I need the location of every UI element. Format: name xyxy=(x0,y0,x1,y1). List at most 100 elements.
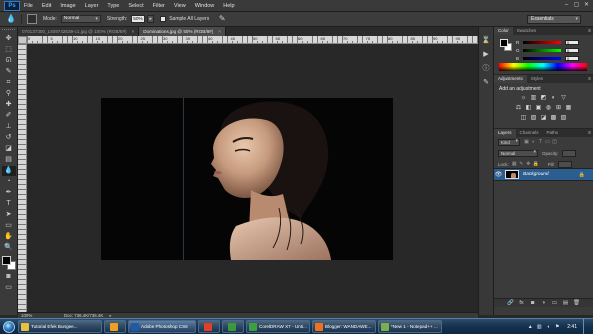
show-desktop-button[interactable] xyxy=(583,319,589,334)
blue-slider[interactable]: B 0 xyxy=(516,55,592,62)
document-image[interactable] xyxy=(101,98,393,260)
filter-shape-icon[interactable]: ▭ xyxy=(545,139,550,146)
adjustment-icon[interactable]: ⊞ xyxy=(555,104,563,112)
menu-select[interactable]: Select xyxy=(128,3,143,9)
volume-icon[interactable]: ◖ xyxy=(545,324,551,330)
adjustment-layer-icon[interactable]: ◑ xyxy=(540,300,547,307)
foreground-color[interactable] xyxy=(1,256,11,265)
horizontal-ruler[interactable]: 0 5 10 15 20 25 30 35 40 45 50 55 60 65 70 75 80 85 90 95 xyxy=(27,36,478,44)
adjustment-icon[interactable]: ▨ xyxy=(530,114,538,122)
trash-icon[interactable]: 🗑 xyxy=(573,300,580,307)
taskbar-window-button[interactable]: Blogger: WANDAWE... xyxy=(312,320,376,333)
tab-paths[interactable]: Paths xyxy=(543,129,563,137)
marquee-tool[interactable]: ⬚ xyxy=(2,45,16,55)
mode-select[interactable]: Normal xyxy=(60,15,101,23)
info-icon[interactable]: ⓘ xyxy=(480,63,492,74)
start-button[interactable] xyxy=(0,319,18,334)
tray-arrow-icon[interactable]: ▲ xyxy=(527,324,533,330)
screen-mode-icon[interactable]: ▭ xyxy=(2,283,16,293)
lasso-tool[interactable]: ᘏ xyxy=(2,56,16,66)
adjustment-icon[interactable]: ◍ xyxy=(545,104,553,112)
taskbar-window-button[interactable]: Adobe Photoshop CS6 xyxy=(128,320,196,333)
quick-mask-icon[interactable]: ◙ xyxy=(2,272,16,282)
tab-channels[interactable]: Channels xyxy=(516,129,543,137)
close-tab-icon[interactable]: × xyxy=(218,29,221,34)
menu-view[interactable]: View xyxy=(174,3,186,9)
tab-color[interactable]: Color xyxy=(494,27,513,35)
adjustment-icon[interactable]: ◧ xyxy=(525,104,533,112)
flag-icon[interactable]: ⚑ xyxy=(554,324,560,330)
adjustment-icon[interactable]: ▥ xyxy=(530,94,538,102)
slider-track[interactable] xyxy=(523,49,561,52)
adjustment-icon[interactable]: ◩ xyxy=(540,94,548,102)
adjustment-icon[interactable]: ⚖ xyxy=(515,104,523,112)
layer-background[interactable]: 👁 Background 🔒 xyxy=(494,168,593,181)
brush-picker[interactable] xyxy=(27,14,37,24)
visibility-eye-icon[interactable]: 👁 xyxy=(494,171,503,178)
blur-tool[interactable]: 💧 xyxy=(1,166,16,176)
brush-preset-icon[interactable]: ✎ xyxy=(480,77,492,88)
document-tab[interactable]: 070137300_1409742639-c1.jpg @ 100% (RGB/… xyxy=(18,27,140,36)
filter-smart-icon[interactable]: ◫ xyxy=(552,139,557,146)
hand-tool[interactable]: ✋ xyxy=(2,232,16,242)
slider-track[interactable] xyxy=(523,41,561,44)
menu-layer[interactable]: Layer xyxy=(85,3,99,9)
link-layers-icon[interactable]: 🔗 xyxy=(507,300,514,307)
brush-tool[interactable]: ✐ xyxy=(2,111,16,121)
workspace-switcher[interactable]: Essentials xyxy=(527,15,581,24)
channel-value[interactable]: 0 xyxy=(565,48,579,53)
color-swatches[interactable] xyxy=(1,256,16,270)
layer-mask-icon[interactable]: ◙ xyxy=(529,300,536,307)
menu-file[interactable]: File xyxy=(24,3,33,9)
vertical-ruler[interactable] xyxy=(18,44,27,312)
channel-value[interactable]: 0 xyxy=(565,40,579,45)
ruler-origin[interactable] xyxy=(18,36,27,44)
menu-help[interactable]: Help xyxy=(223,3,234,9)
lock-all-icon[interactable]: 🔒 xyxy=(533,161,539,168)
adjustment-icon[interactable]: ▩ xyxy=(550,114,558,122)
strength-dropdown-icon[interactable]: ▸ xyxy=(147,15,155,23)
panel-menu-icon[interactable]: ≡ xyxy=(588,75,591,83)
group-icon[interactable]: ▭ xyxy=(551,300,558,307)
actions-icon[interactable]: ▶ xyxy=(480,49,492,60)
adjustment-icon[interactable]: ▧ xyxy=(560,114,568,122)
shape-tool[interactable]: ▭ xyxy=(2,221,16,231)
lock-image-icon[interactable]: ✎ xyxy=(519,161,524,168)
taskbar-window-button[interactable]: *New 1 - Notepad++ ... xyxy=(378,320,442,333)
adjustment-icon[interactable]: ◪ xyxy=(540,114,548,122)
filter-type-icon[interactable]: T xyxy=(538,139,543,146)
type-tool[interactable]: T xyxy=(2,199,16,209)
panel-menu-icon[interactable]: ≡ xyxy=(588,27,591,35)
red-slider[interactable]: R 0 xyxy=(516,39,592,46)
layer-filter-select[interactable]: Kind xyxy=(498,139,520,146)
tab-swatches[interactable]: Swatches xyxy=(513,27,541,35)
eyedropper-tool[interactable]: ⚲ xyxy=(2,89,16,99)
taskbar-window-button[interactable]: CorelDRAW X7 - Unti... xyxy=(246,320,310,333)
tab-adjustments[interactable]: Adjustments xyxy=(494,75,527,83)
channel-value[interactable]: 0 xyxy=(565,56,579,61)
healing-tool[interactable]: ✚ xyxy=(2,100,16,110)
opacity-field[interactable] xyxy=(561,150,576,157)
adjustment-icon[interactable]: ☼ xyxy=(520,94,528,102)
taskbar-window-button[interactable]: Tutorial Efek Bungee... xyxy=(18,320,102,333)
green-slider[interactable]: G 0 xyxy=(516,47,592,54)
gradient-tool[interactable]: ▤ xyxy=(2,155,16,165)
tab-styles[interactable]: Styles xyxy=(527,75,547,83)
clone-stamp-tool[interactable]: ⊥ xyxy=(2,122,16,132)
menu-type[interactable]: Type xyxy=(107,3,119,9)
adjustment-icon[interactable]: ◫ xyxy=(520,114,528,122)
layer-style-icon[interactable]: fx xyxy=(518,300,525,307)
fill-field[interactable] xyxy=(557,161,572,168)
menu-filter[interactable]: Filter xyxy=(153,3,165,9)
lock-transparent-icon[interactable]: ▦ xyxy=(512,161,517,168)
path-select-tool[interactable]: ➤ xyxy=(2,210,16,220)
document-tab-active[interactable]: Dominations.jpg @ 50% (RGB/8#) × xyxy=(139,27,226,36)
history-icon[interactable]: ⌛ xyxy=(480,35,492,46)
menu-window[interactable]: Window xyxy=(195,3,215,9)
crop-tool[interactable]: ⌗ xyxy=(2,78,16,88)
adjustment-icon[interactable]: ▽ xyxy=(560,94,568,102)
new-layer-icon[interactable]: ▤ xyxy=(562,300,569,307)
tab-layers[interactable]: Layers xyxy=(494,129,516,137)
foreground-swatch[interactable] xyxy=(500,39,508,47)
taskbar-pinned-app[interactable] xyxy=(222,320,244,333)
